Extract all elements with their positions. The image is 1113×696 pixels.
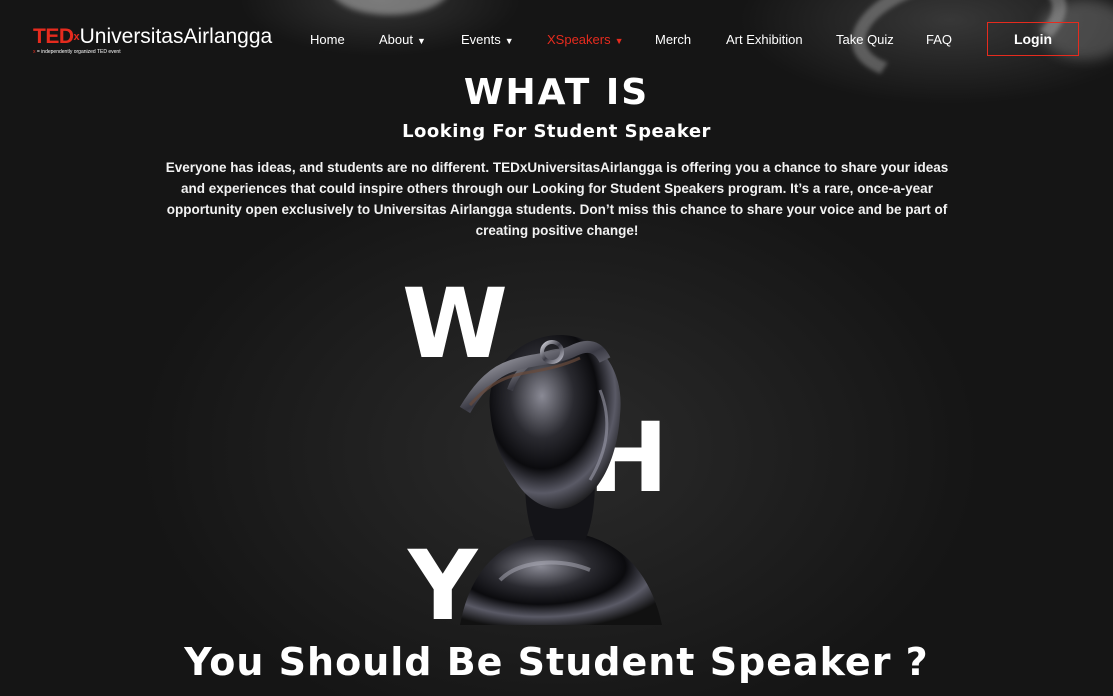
logo-tagline-text: = independently organized TED event: [35, 49, 121, 55]
caret-down-icon: ▼: [416, 36, 426, 46]
caret-down-icon: ▼: [614, 36, 624, 46]
login-button[interactable]: Login: [987, 22, 1079, 56]
nav-about-label: About: [379, 32, 413, 47]
nav-home[interactable]: Home: [310, 32, 345, 47]
logo-wordmark: TEDxUniversitasAirlangga: [33, 26, 272, 48]
chrome-figure-image: [440, 330, 680, 625]
nav-take-quiz[interactable]: Take Quiz: [836, 32, 894, 47]
section-title: You Should Be Student Speaker ?: [184, 640, 929, 684]
intro-paragraph: Everyone has ideas, and students are no …: [165, 160, 949, 238]
nav-merch-label: Merch: [655, 32, 692, 47]
chrome-bust-illustration: [459, 335, 662, 625]
logo-tagline: x = independently organized TED event: [33, 49, 272, 55]
site-logo[interactable]: TEDxUniversitasAirlangga x = independent…: [33, 26, 272, 56]
nav-take-quiz-label: Take Quiz: [836, 32, 894, 47]
nav-merch[interactable]: Merch: [655, 32, 691, 47]
nav-art-exhibition-label: Art Exhibition: [726, 32, 803, 47]
nav-faq[interactable]: FAQ: [926, 32, 952, 47]
nav-about[interactable]: About ▼: [379, 32, 426, 47]
page-subtitle: Looking For Student Speaker: [402, 121, 711, 142]
nav-home-label: Home: [310, 32, 345, 47]
nav-events[interactable]: Events ▼: [461, 32, 514, 47]
nav-faq-label: FAQ: [926, 32, 953, 47]
nav-events-label: Events: [461, 32, 501, 47]
nav-xspeakers-label: XSpeakers: [547, 32, 611, 47]
logo-name: UniversitasAirlangga: [79, 25, 273, 48]
caret-down-icon: ▼: [504, 36, 514, 46]
nav-art-exhibition[interactable]: Art Exhibition: [726, 32, 803, 47]
logo-ted: TED: [33, 25, 74, 48]
page-title: WHAT IS: [463, 72, 650, 113]
navbar: TEDxUniversitasAirlangga x = independent…: [0, 0, 1113, 80]
nav-xspeakers[interactable]: XSpeakers ▼: [547, 32, 624, 47]
